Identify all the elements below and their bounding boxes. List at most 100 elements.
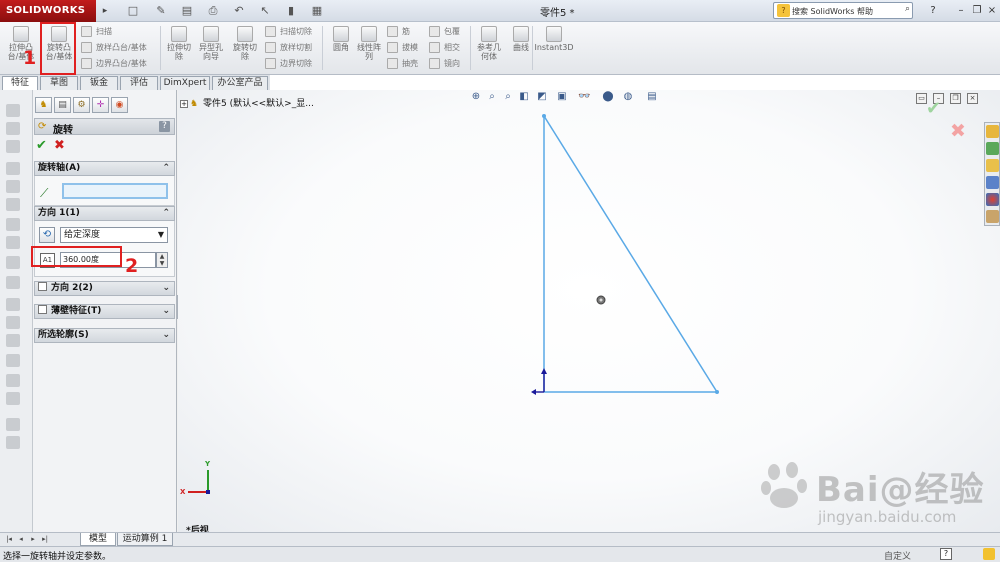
- rebuild-status-icon[interactable]: [983, 548, 995, 560]
- close-icon[interactable]: ×: [985, 3, 999, 18]
- feature-icon[interactable]: [6, 140, 20, 153]
- thin-feature-checkbox[interactable]: [38, 305, 47, 314]
- direction2-group-header[interactable]: 方向 2(2) ⌄: [34, 281, 175, 296]
- display-manager-icon[interactable]: ◉: [111, 97, 128, 113]
- undo-icon[interactable]: ↶: [230, 3, 248, 19]
- menu-arrow-icon[interactable]: ▸: [98, 3, 112, 19]
- prev-tab-icon[interactable]: ◂: [16, 534, 26, 545]
- quick-tips-icon[interactable]: ?: [940, 548, 952, 560]
- feature-manager-icon[interactable]: ♞: [35, 97, 52, 113]
- collapse-icon[interactable]: ⌃: [162, 162, 170, 175]
- tool-label: 圆角: [333, 43, 349, 52]
- restore-icon[interactable]: ❐: [970, 3, 984, 18]
- save-icon[interactable]: ▤: [178, 3, 196, 19]
- sweep-button[interactable]: 扫描: [80, 25, 112, 38]
- ok-check-icon[interactable]: ✔: [36, 138, 47, 153]
- new-document-icon[interactable]: □: [124, 3, 142, 19]
- intersect-icon: [429, 42, 440, 53]
- sketch-point[interactable]: [715, 390, 719, 394]
- first-tab-icon[interactable]: |◂: [4, 534, 14, 545]
- expand-icon[interactable]: ⌄: [162, 329, 170, 342]
- feature-icon[interactable]: [6, 418, 20, 431]
- property-manager-icon[interactable]: ▤: [54, 97, 71, 113]
- search-icon[interactable]: ⌕: [905, 4, 910, 14]
- title-bar: SOLIDWORKS ▸ □ ✎ ▤ ⎙ ↶ ↖ ▮ ▦ 零件5 * ? 搜索 …: [0, 0, 1000, 22]
- wrap-button[interactable]: 包覆: [428, 25, 460, 38]
- loft-boss-button[interactable]: 放样凸台/基体: [80, 41, 147, 54]
- help-icon[interactable]: ?: [159, 121, 170, 132]
- open-icon[interactable]: ✎: [152, 3, 170, 19]
- feature-icon[interactable]: [6, 180, 20, 193]
- feature-icon[interactable]: [6, 354, 20, 367]
- last-tab-icon[interactable]: ▸|: [40, 534, 50, 545]
- feature-icon[interactable]: [6, 198, 20, 211]
- feature-icon[interactable]: [6, 236, 20, 249]
- tab-office-products[interactable]: 办公室产品: [212, 76, 268, 90]
- end-condition-select[interactable]: 给定深度 ▼: [60, 227, 168, 243]
- help-search-input[interactable]: ? 搜索 SolidWorks 帮助 ⌕: [773, 2, 913, 19]
- shell-button[interactable]: 抽壳: [386, 57, 418, 70]
- hole-wizard-button[interactable]: 异型孔 向导: [194, 24, 228, 72]
- feature-icon[interactable]: [6, 316, 20, 329]
- tab-features[interactable]: 特征: [2, 76, 38, 91]
- sketch-point[interactable]: [542, 114, 546, 118]
- select-icon[interactable]: ↖: [256, 3, 274, 19]
- feature-icon[interactable]: [6, 436, 20, 449]
- options-icon[interactable]: ▦: [308, 3, 326, 19]
- print-icon[interactable]: ⎙: [204, 3, 222, 19]
- sketch-hypotenuse[interactable]: [543, 115, 718, 393]
- group-title: 旋转轴(A): [38, 163, 81, 173]
- graphics-area[interactable]: + ♞ 零件5 (默认<<默认>_显... ⊕ ⌕ ⌕ ◧ ◩ ▣ 👓 ⬤ ◍ ▤ …: [178, 90, 1000, 532]
- mirror-button[interactable]: 镜向: [428, 57, 460, 70]
- reference-geometry-button[interactable]: 参考几 何体: [472, 24, 506, 72]
- boundary-boss-button[interactable]: 边界凸台/基体: [80, 57, 147, 70]
- linear-pattern-button[interactable]: 线性阵 列: [352, 24, 386, 72]
- feature-icon[interactable]: [6, 276, 20, 289]
- angle-spinner-icon[interactable]: ▲ ▼: [156, 252, 168, 268]
- feature-icon[interactable]: [6, 256, 20, 269]
- revolved-cut-button[interactable]: 旋转切 除: [228, 24, 262, 72]
- help-icon[interactable]: ?: [926, 3, 940, 18]
- feature-icon[interactable]: [6, 334, 20, 347]
- feature-icon[interactable]: [6, 374, 20, 387]
- next-tab-icon[interactable]: ▸: [28, 534, 38, 545]
- rebuild-icon[interactable]: ▮: [282, 3, 300, 19]
- instant3d-button[interactable]: Instant3D: [534, 24, 574, 72]
- draft-button[interactable]: 拔模: [386, 41, 418, 54]
- feature-icon[interactable]: [6, 392, 20, 405]
- extruded-cut-button[interactable]: 拉伸切 除: [162, 24, 196, 72]
- boundary-cut-button[interactable]: 边界切除: [264, 57, 312, 70]
- tab-motion-study[interactable]: 运动算例 1: [117, 533, 173, 546]
- direction1-group-header[interactable]: 方向 1(1) ⌃: [34, 206, 175, 221]
- configuration-manager-icon[interactable]: ⚙: [73, 97, 90, 113]
- feature-icon[interactable]: [6, 104, 20, 117]
- swept-cut-button[interactable]: 扫描切除: [264, 25, 312, 38]
- tab-model[interactable]: 模型: [80, 533, 116, 546]
- tab-dimxpert[interactable]: DimXpert: [160, 76, 210, 90]
- tab-evaluate[interactable]: 评估: [120, 76, 158, 90]
- swept-cut-icon: [265, 26, 276, 37]
- cancel-x-icon[interactable]: ✖: [54, 138, 65, 153]
- feature-icon[interactable]: [6, 122, 20, 135]
- lofted-cut-button[interactable]: 放样切割: [264, 41, 312, 54]
- units-selector[interactable]: 自定义: [884, 549, 911, 562]
- solidworks-logo[interactable]: SOLIDWORKS: [0, 0, 96, 22]
- axis-selection-field[interactable]: [62, 183, 168, 199]
- collapse-icon[interactable]: ⌃: [162, 207, 170, 220]
- dimxpert-manager-icon[interactable]: ✛: [92, 97, 109, 113]
- direction2-checkbox[interactable]: [38, 282, 47, 291]
- expand-icon[interactable]: ⌄: [162, 305, 170, 318]
- expand-icon[interactable]: ⌄: [162, 282, 170, 295]
- thin-feature-group-header[interactable]: 薄壁特征(T) ⌄: [34, 304, 175, 319]
- tab-sketch[interactable]: 草图: [40, 76, 78, 90]
- contours-group-header[interactable]: 所选轮廓(S) ⌄: [34, 328, 175, 343]
- tab-sheet-metal[interactable]: 钣金: [80, 76, 118, 90]
- rib-button[interactable]: 筋: [386, 25, 410, 38]
- feature-icon[interactable]: [6, 298, 20, 311]
- axis-group-header[interactable]: 旋转轴(A) ⌃: [34, 161, 175, 176]
- reverse-direction-icon[interactable]: ⟲: [39, 227, 55, 243]
- feature-icon[interactable]: [6, 162, 20, 175]
- intersect-button[interactable]: 相交: [428, 41, 460, 54]
- minimize-icon[interactable]: –: [954, 3, 968, 18]
- feature-icon[interactable]: [6, 218, 20, 231]
